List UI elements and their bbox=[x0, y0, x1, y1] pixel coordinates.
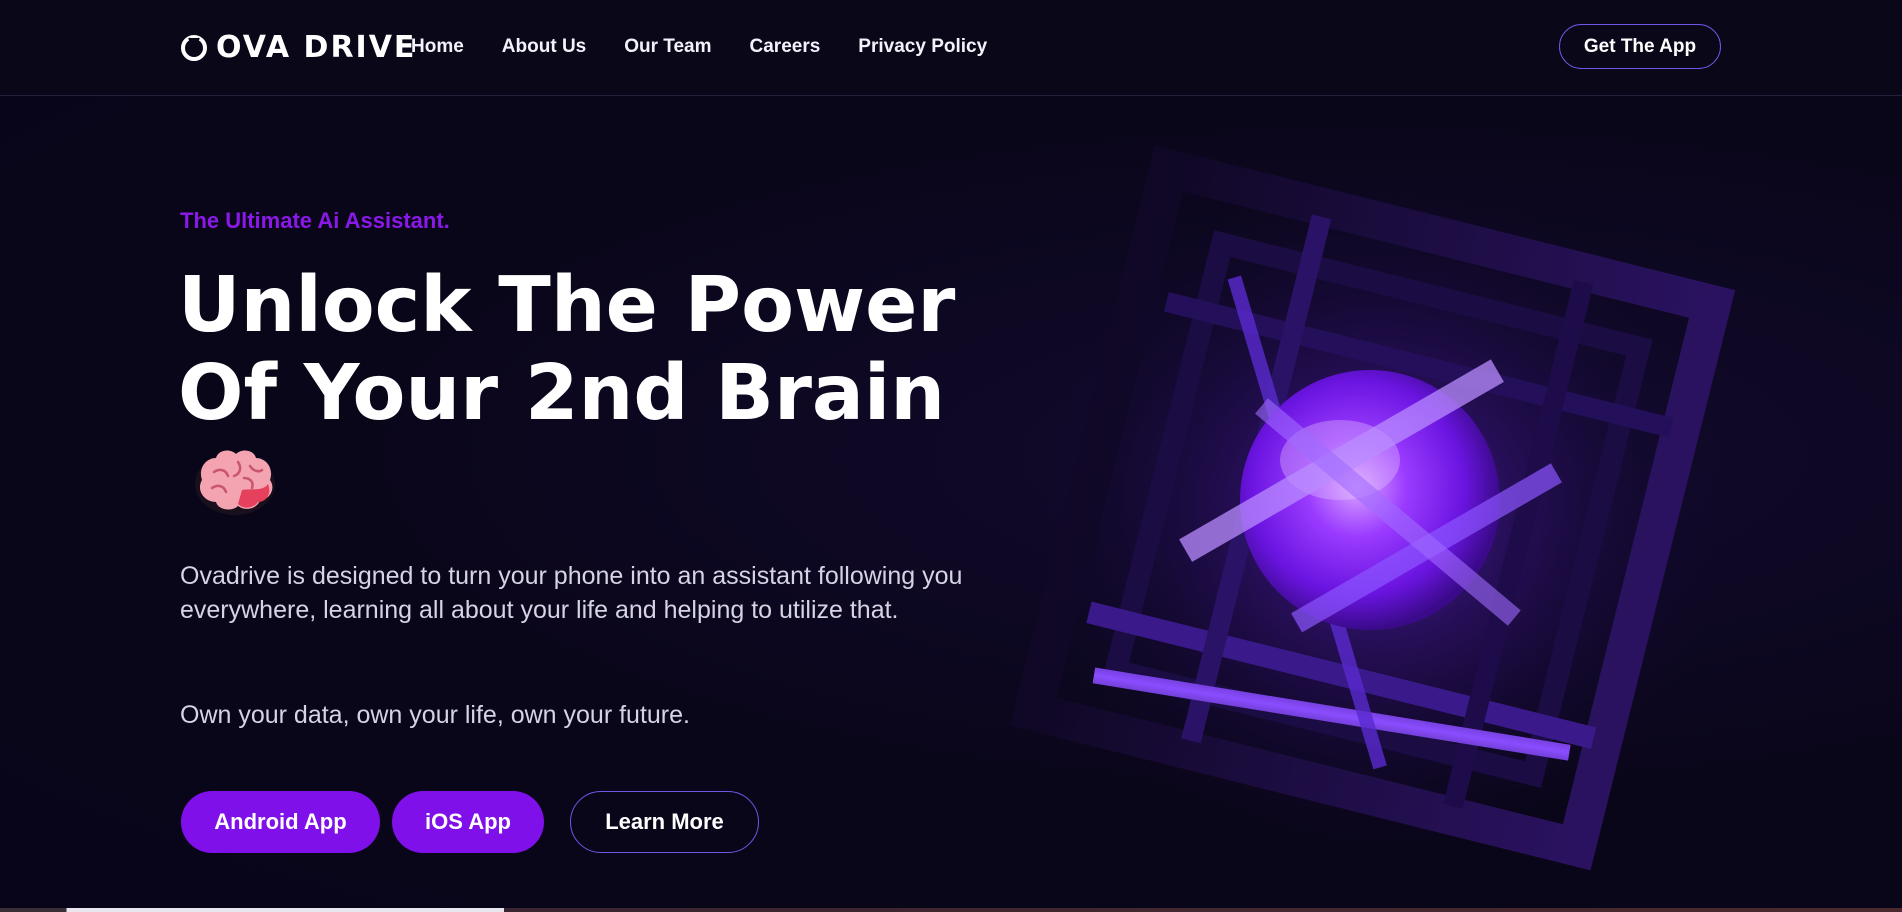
brain-icon bbox=[195, 450, 275, 515]
nav-about-us[interactable]: About Us bbox=[502, 36, 586, 58]
logo-text: OVA DRIVE bbox=[216, 30, 417, 65]
logo[interactable]: OVA DRIVE bbox=[180, 32, 416, 64]
android-app-button[interactable]: Android App bbox=[181, 791, 380, 853]
ios-app-button[interactable]: iOS App bbox=[392, 791, 544, 853]
nav-careers[interactable]: Careers bbox=[750, 36, 821, 58]
hero-headline: Unlock The Power Of Your 2nd Brain bbox=[178, 262, 978, 438]
nav-our-team[interactable]: Our Team bbox=[624, 36, 711, 58]
nav-home[interactable]: Home bbox=[411, 36, 464, 58]
hero-eyebrow: The Ultimate Ai Assistant. bbox=[180, 208, 450, 233]
glowing-cube-illustration bbox=[1010, 145, 1740, 880]
get-the-app-button[interactable]: Get The App bbox=[1559, 24, 1721, 69]
ova-logo-icon bbox=[181, 35, 207, 61]
site-header: OVA DRIVE Home About Us Our Team Careers… bbox=[0, 0, 1902, 96]
nav-privacy-policy[interactable]: Privacy Policy bbox=[858, 36, 987, 58]
hero-tagline: Own your data, own your life, own your f… bbox=[180, 701, 690, 729]
main-nav: Home About Us Our Team Careers Privacy P… bbox=[411, 36, 987, 58]
landing-page: OVA DRIVE Home About Us Our Team Careers… bbox=[0, 0, 1902, 912]
headline-line-1: Unlock The Power bbox=[178, 261, 956, 350]
learn-more-button[interactable]: Learn More bbox=[570, 791, 759, 853]
bottom-edge-strip bbox=[0, 908, 1902, 912]
hero-description: Ovadrive is designed to turn your phone … bbox=[180, 562, 963, 624]
headline-line-2: Of Your 2nd Brain bbox=[178, 349, 946, 438]
